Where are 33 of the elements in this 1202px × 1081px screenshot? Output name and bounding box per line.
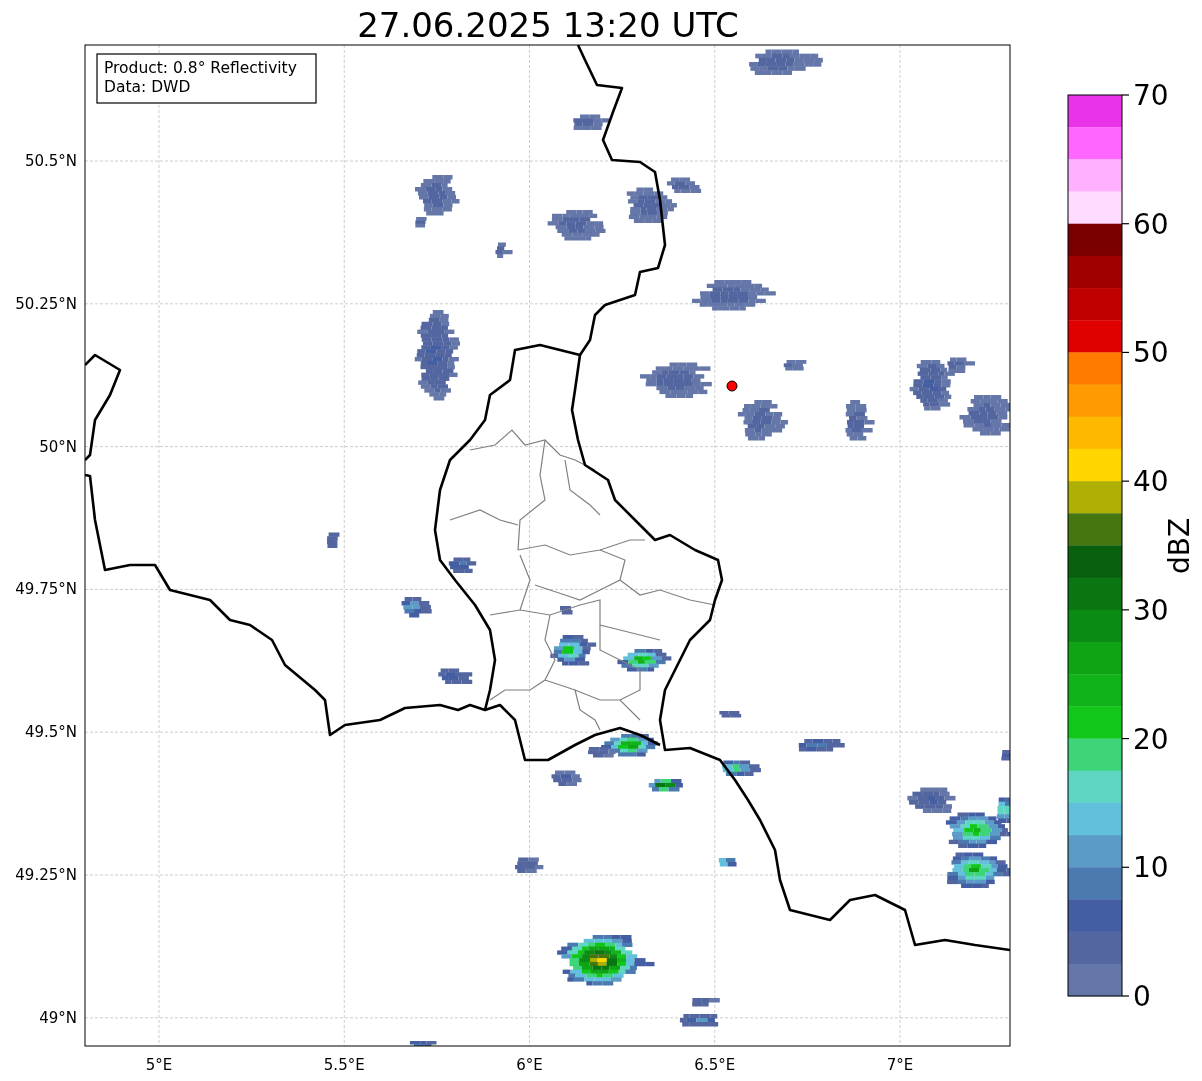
colorbar-tick-label: 70 xyxy=(1133,79,1169,112)
colorbar-tick-label: 30 xyxy=(1133,593,1169,627)
tick-mark xyxy=(1121,737,1130,740)
latitude-label: 50°N xyxy=(39,437,77,456)
latitude-label: 50.5°N xyxy=(24,152,77,170)
colorbar-tick-label: 0 xyxy=(1133,980,1151,1013)
longitude-label: 6.5°E xyxy=(694,1056,736,1074)
longitude-label: 5°E xyxy=(145,1056,173,1074)
colorbar-label: dBZ xyxy=(1163,517,1196,575)
tick-mark xyxy=(1121,609,1130,611)
tick-mark xyxy=(1121,223,1130,225)
tick-mark xyxy=(1121,480,1130,482)
longitude-label: 5.5°E xyxy=(323,1056,365,1074)
latitude-label: 49°N xyxy=(39,1008,77,1027)
latitude-label: 49.5°N xyxy=(24,723,77,742)
colorbar-tick-label: 60 xyxy=(1133,207,1169,241)
tick-mark xyxy=(1121,351,1130,354)
colorbar-tick-label: 10 xyxy=(1133,851,1169,885)
figure-title: 27.06.2025 13:20 UTC xyxy=(357,5,739,45)
info-text: Data: DWD xyxy=(104,78,191,96)
radar-site-marker xyxy=(726,380,738,392)
tick-mark xyxy=(1121,94,1130,96)
latitude-label: 49.75°N xyxy=(15,580,77,599)
colorbar-tick-label: 50 xyxy=(1133,336,1169,370)
info-text: Product: 0.8° Reflectivity xyxy=(104,59,297,77)
tick-mark xyxy=(1121,866,1130,868)
latitude-label: 49.25°N xyxy=(15,866,77,884)
colorbar-tick-label: 20 xyxy=(1133,722,1169,756)
tick-mark xyxy=(1121,995,1130,997)
latitude-label: 50.25°N xyxy=(15,294,77,313)
longitude-label: 7°E xyxy=(886,1056,914,1074)
longitude-label: 6°E xyxy=(516,1056,543,1074)
colorbar-tick-label: 40 xyxy=(1133,465,1169,499)
